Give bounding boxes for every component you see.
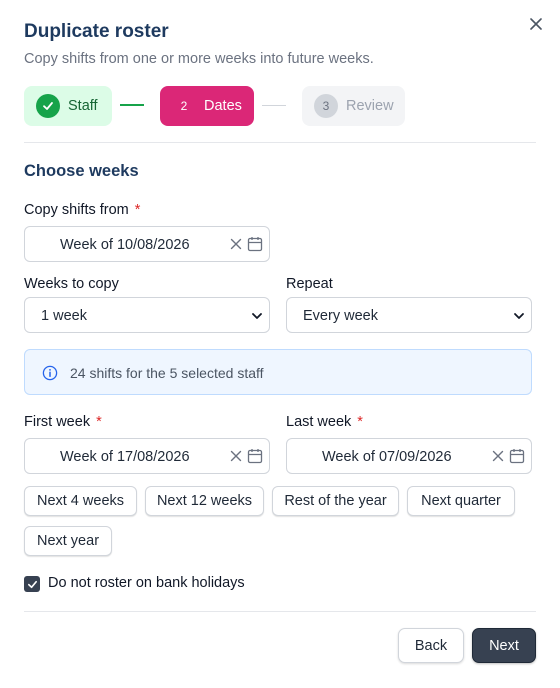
footer-divider [24, 611, 536, 612]
duplicate-roster-dialog: Duplicate roster Copy shifts from one or… [0, 0, 560, 688]
last-week-date-field[interactable]: Week of 07/09/2026 [286, 438, 532, 474]
first-week-date-field[interactable]: Week of 17/08/2026 [24, 438, 270, 474]
dialog-subtitle: Copy shifts from one or more weeks into … [24, 51, 374, 67]
first-week-value: Week of 17/08/2026 [60, 449, 190, 465]
calendar-icon[interactable] [247, 236, 263, 252]
step-connector-upcoming [262, 105, 286, 106]
next-year-button[interactable]: Next year [24, 526, 112, 556]
calendar-icon[interactable] [509, 448, 525, 464]
copy-from-date-field[interactable]: Week of 10/08/2026 [24, 226, 270, 262]
weeks-to-copy-value: 1 week [41, 308, 87, 324]
info-icon [42, 365, 58, 381]
step-connector-complete [120, 104, 144, 106]
check-icon [36, 94, 60, 118]
next-12-weeks-button[interactable]: Next 12 weeks [145, 486, 264, 516]
chevron-down-icon [514, 313, 524, 319]
repeat-label: Repeat [286, 276, 333, 292]
repeat-select[interactable]: Every week [286, 297, 532, 333]
step-review-number: 3 [314, 94, 338, 118]
chevron-down-icon [252, 313, 262, 319]
info-banner: 24 shifts for the 5 selected staff [24, 349, 532, 395]
weeks-to-copy-label: Weeks to copy [24, 276, 119, 292]
step-review[interactable]: 3 Review [302, 86, 405, 126]
info-text: 24 shifts for the 5 selected staff [70, 365, 264, 381]
weeks-to-copy-select[interactable]: 1 week [24, 297, 270, 333]
clear-icon[interactable] [490, 448, 506, 464]
required-mark: * [357, 414, 363, 430]
clear-icon[interactable] [228, 236, 244, 252]
next-quarter-button[interactable]: Next quarter [407, 486, 515, 516]
step-dates-label: Dates [204, 98, 242, 114]
back-button[interactable]: Back [398, 628, 464, 663]
clear-icon[interactable] [228, 448, 244, 464]
required-mark: * [96, 414, 102, 430]
bank-holidays-checkbox[interactable] [24, 576, 40, 592]
close-button[interactable] [526, 14, 546, 34]
copy-from-value: Week of 10/08/2026 [60, 237, 190, 253]
next-button[interactable]: Next [472, 628, 536, 663]
close-icon [530, 18, 542, 30]
dialog-title: Duplicate roster [24, 21, 169, 42]
rest-of-year-button[interactable]: Rest of the year [272, 486, 399, 516]
next-4-weeks-button[interactable]: Next 4 weeks [24, 486, 137, 516]
first-week-label: First week * [24, 414, 102, 430]
repeat-value: Every week [303, 308, 378, 324]
check-icon [27, 580, 37, 588]
bank-holidays-label: Do not roster on bank holidays [48, 575, 245, 591]
last-week-label: Last week * [286, 414, 363, 430]
step-dates[interactable]: 2 Dates [160, 86, 254, 126]
section-title: Choose weeks [24, 162, 139, 180]
last-week-value: Week of 07/09/2026 [322, 449, 452, 465]
step-review-label: Review [346, 98, 394, 114]
step-staff[interactable]: Staff [24, 86, 112, 126]
divider [24, 142, 536, 143]
step-staff-label: Staff [68, 98, 98, 114]
step-dates-number: 2 [180, 99, 188, 113]
copy-from-label: Copy shifts from * [24, 202, 141, 218]
calendar-icon[interactable] [247, 448, 263, 464]
required-mark: * [134, 202, 141, 218]
